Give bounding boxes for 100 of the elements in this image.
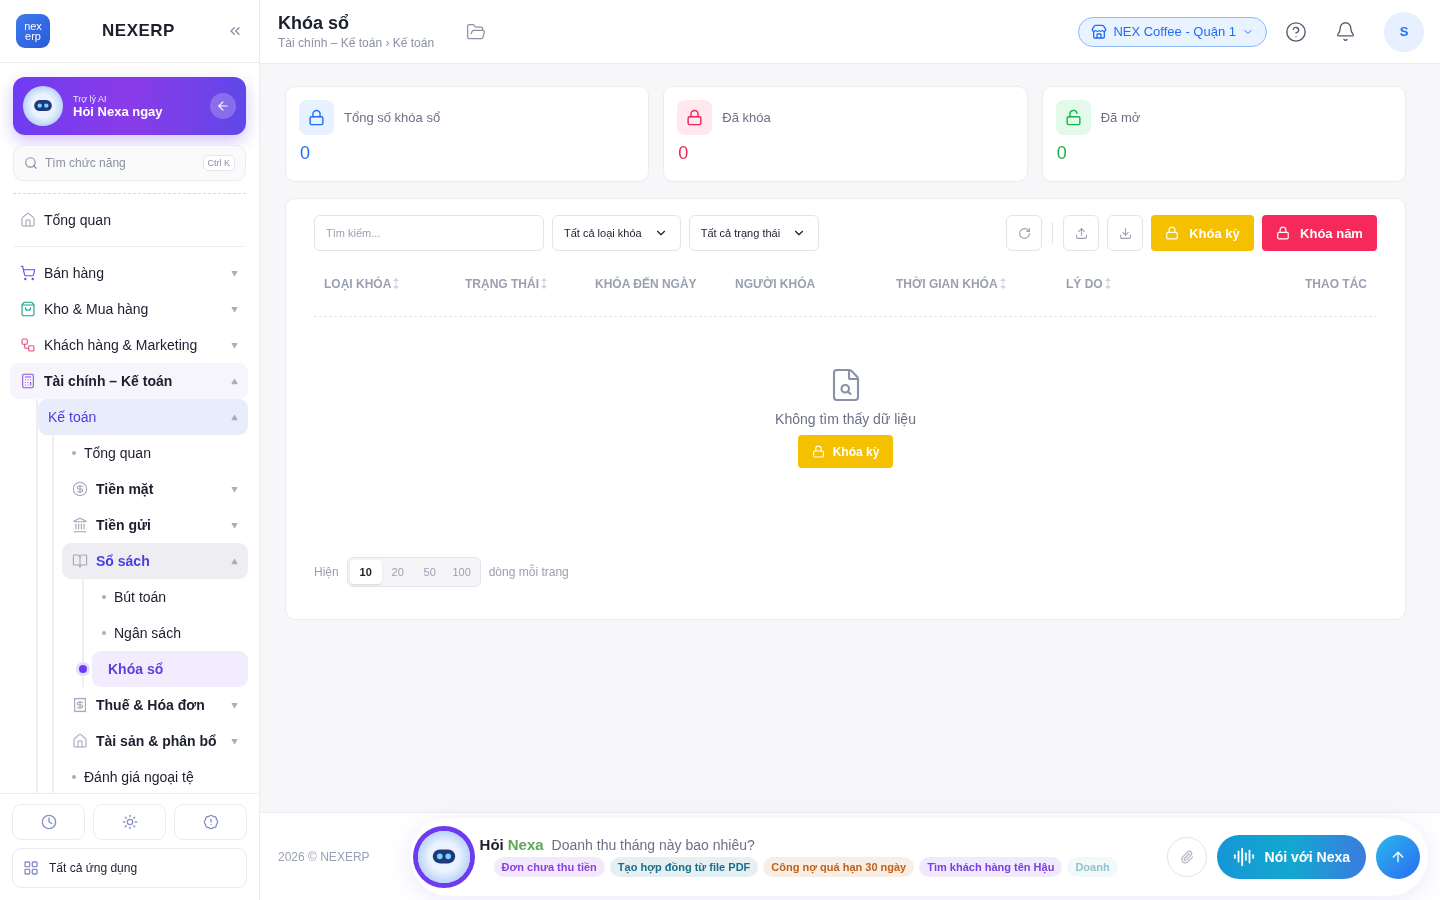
menu-icon <box>20 212 36 228</box>
lock-icon <box>1165 226 1180 240</box>
caret-icon[interactable] <box>231 377 238 385</box>
sidebar-item[interactable]: Đánh giá ngoại tệ <box>62 759 248 793</box>
stat-label: Đã mở <box>1100 110 1141 125</box>
lock-icon <box>1055 100 1091 135</box>
sidebar-item[interactable]: Sổ sách <box>62 543 248 579</box>
type-filter[interactable]: Tất cả loại khóa <box>552 215 681 251</box>
column-header: KHÓA ĐẾN NGÀY <box>595 276 698 291</box>
voice-button[interactable]: Nói với Nexa <box>1216 834 1366 879</box>
all-apps-button[interactable]: Tất cả ứng dụng <box>12 848 247 888</box>
suggestion-chip[interactable]: Tạo hợp đồng từ file PDF <box>609 857 759 877</box>
lock-icon <box>811 445 825 458</box>
page-title: Khóa sổ <box>278 13 350 34</box>
sort-icon <box>541 278 547 289</box>
refresh-icon <box>1017 226 1031 240</box>
shortcut-key: Ctrl K <box>202 155 235 171</box>
caret-icon[interactable] <box>231 521 238 529</box>
folder-icon[interactable] <box>466 21 487 42</box>
sound-wave-icon <box>1232 845 1255 868</box>
caret-icon[interactable] <box>231 413 238 421</box>
theme-button[interactable] <box>93 804 166 840</box>
user-avatar[interactable]: S <box>1384 11 1424 52</box>
pager-suffix: dòng mỗi trang <box>488 565 569 579</box>
sort-icon <box>999 278 1006 289</box>
search-field[interactable]: Tìm kiếm... <box>314 215 544 251</box>
caret-icon[interactable] <box>231 737 238 745</box>
bullet-icon <box>102 631 106 635</box>
download-button[interactable] <box>1107 215 1143 251</box>
clock-icon <box>40 814 57 830</box>
sidebar-item[interactable]: Kế toán <box>38 399 248 435</box>
refresh-button[interactable] <box>1006 215 1042 251</box>
sort-icon <box>393 278 400 289</box>
menu-icon <box>20 301 36 317</box>
download-icon <box>1118 226 1132 240</box>
store-selector[interactable]: NEX Coffee - Quận 1 <box>1078 16 1267 47</box>
send-button[interactable] <box>1376 834 1420 879</box>
sort-icon <box>1104 278 1111 289</box>
active-dot-icon <box>79 665 87 673</box>
lock-icon <box>1276 226 1291 240</box>
caret-icon[interactable] <box>231 557 238 565</box>
suggestion-chip[interactable]: Công nợ quá hạn 30 ngày <box>763 857 915 877</box>
sidebar-item[interactable]: Tổng quan <box>10 202 248 238</box>
arrow-left-icon <box>216 99 230 113</box>
bullet-icon <box>72 775 76 779</box>
menu-icon <box>72 517 88 533</box>
stat-value: 0 <box>299 143 311 164</box>
menu-icon <box>72 481 88 497</box>
sidebar-item[interactable]: Tổng quan <box>62 435 248 471</box>
caret-icon[interactable] <box>231 701 238 709</box>
sidebar-item[interactable]: Khách hàng & Marketing <box>10 327 248 363</box>
search-icon <box>24 156 38 170</box>
sidebar-item[interactable]: Tiền mặt <box>62 471 248 507</box>
assistant-card[interactable]: Trợ lý AI Hỏi Nexa ngay <box>13 77 246 135</box>
sidebar-item[interactable]: Thuế & Hóa đơn <box>62 687 248 723</box>
lock-icon <box>299 100 334 135</box>
caret-icon[interactable] <box>231 269 238 277</box>
upload-icon <box>1074 226 1088 240</box>
ask-prompt[interactable]: Doanh thu tháng này bao nhiêu? <box>551 837 755 853</box>
history-button[interactable] <box>12 804 85 840</box>
sidebar-item[interactable]: Ngân sách <box>92 615 248 651</box>
arrow-button[interactable] <box>210 93 236 119</box>
bullet-icon <box>72 451 76 455</box>
menu-icon <box>20 373 36 389</box>
pager-prefix: Hiện <box>314 565 339 579</box>
caret-icon[interactable] <box>231 341 238 349</box>
menu-icon <box>20 265 36 281</box>
stat-label: Đã khóa <box>722 110 771 125</box>
feature-search-field[interactable]: Tìm chức năng Ctrl K <box>13 145 246 181</box>
sidebar-item[interactable]: Kho & Mua hàng <box>10 291 248 327</box>
sidebar-item[interactable]: Bút toán <box>92 579 248 615</box>
page-size-option[interactable]: 10 <box>349 560 382 584</box>
assistant-title: Hỏi Nexa ngay <box>73 103 164 119</box>
suggestion-chip[interactable]: Đơn chưa thu tiền <box>493 857 605 877</box>
suggestion-chip[interactable]: Tìm khách hàng tên Hậu <box>919 857 1063 877</box>
assistant-caption: Trợ lý AI <box>73 93 108 104</box>
status-filter[interactable]: Tất cả trạng thái <box>688 215 820 251</box>
bell-icon[interactable] <box>1335 21 1356 42</box>
sidebar-item[interactable]: Tài sản & phân bổ <box>62 723 248 759</box>
empty-message: Không tìm thấy dữ liệu <box>775 411 916 427</box>
caret-icon[interactable] <box>231 305 238 313</box>
menu-icon <box>72 697 88 713</box>
ask-brand: Nexa <box>507 836 544 853</box>
grid-icon <box>23 860 39 876</box>
upload-button[interactable] <box>1063 215 1099 251</box>
sidebar-item[interactable]: Khóa sổ <box>92 651 248 687</box>
alert-icon <box>202 814 219 830</box>
lock-button[interactable]: Khóa năm <box>1262 215 1377 251</box>
alert-button[interactable] <box>174 804 247 840</box>
sidebar-item[interactable]: Bán hàng <box>10 255 248 291</box>
stat-value: 0 <box>1055 143 1068 164</box>
copyright: 2026 © NEXERP <box>278 849 370 864</box>
breadcrumb: Tài chính – Kế toán › Kế toán <box>278 36 435 50</box>
sidebar-item[interactable]: Tài chính – Kế toán <box>10 363 248 399</box>
caret-icon[interactable] <box>231 485 238 493</box>
paperclip-icon <box>1179 849 1194 864</box>
help-icon[interactable] <box>1285 20 1307 43</box>
ask-label: Hỏi <box>479 836 504 853</box>
bullet-icon <box>102 595 106 599</box>
sidebar-item[interactable]: Tiền gửi <box>62 507 248 543</box>
